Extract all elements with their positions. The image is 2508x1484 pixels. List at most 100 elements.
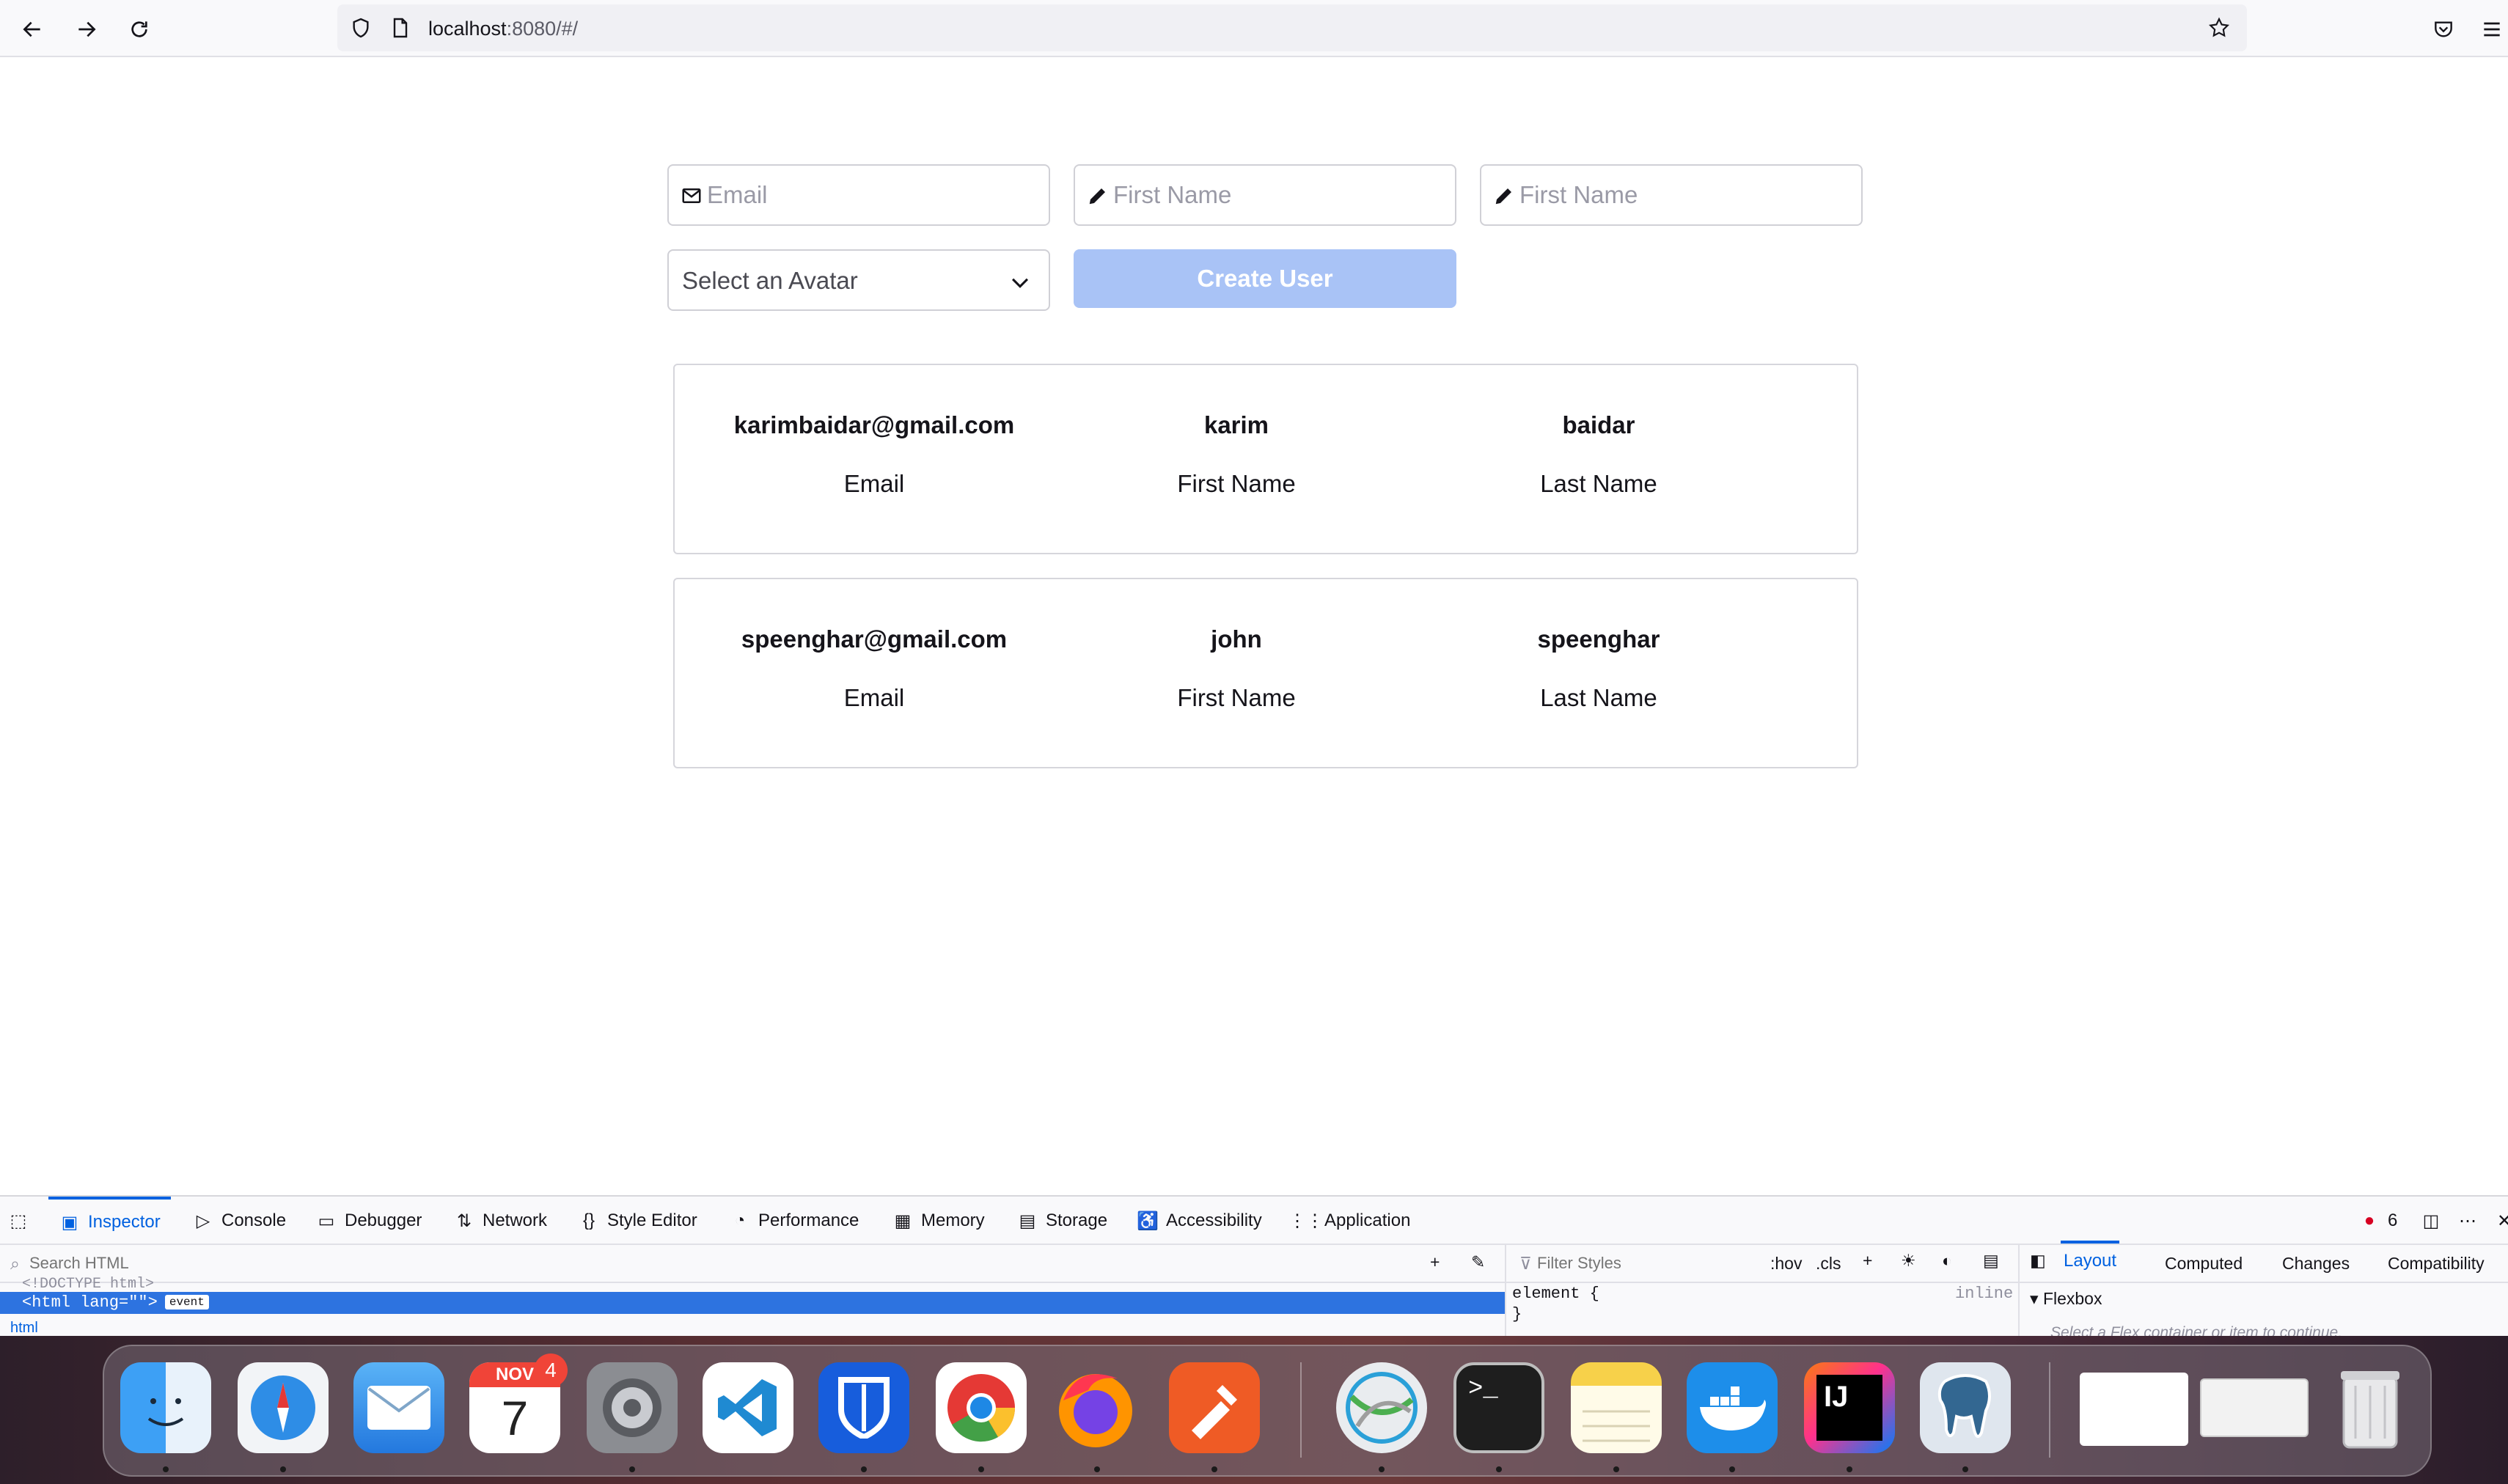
hamburger-menu-icon bbox=[2484, 22, 2500, 37]
dock-side-button[interactable]: ◫ bbox=[2420, 1197, 2449, 1245]
print-media-icon[interactable]: ▤ bbox=[1983, 1251, 1999, 1271]
tab-performance[interactable]: ◔ Performance bbox=[729, 1197, 859, 1245]
create-user-button[interactable]: Create User bbox=[1074, 249, 1456, 308]
filter-styles-input[interactable] bbox=[1537, 1251, 1757, 1276]
event-badge[interactable]: event bbox=[164, 1295, 209, 1310]
tab-console[interactable]: ▷ Console bbox=[192, 1197, 286, 1245]
user-email-value: karimbaidar@gmail.com bbox=[733, 411, 1015, 438]
tab-storage[interactable]: ▤ Storage bbox=[1016, 1197, 1107, 1245]
user-first-name-column: karim First Name bbox=[1046, 411, 1427, 499]
bookmark-star-icon[interactable] bbox=[2207, 16, 2231, 40]
avatar-select[interactable]: Select an Avatar bbox=[667, 249, 1050, 311]
tab-layout[interactable]: Layout bbox=[2061, 1241, 2120, 1279]
user-last-name-value: baidar bbox=[1562, 411, 1635, 438]
system-preferences-icon[interactable] bbox=[587, 1362, 678, 1453]
email-input[interactable] bbox=[707, 166, 1043, 224]
shield-icon bbox=[838, 1377, 890, 1439]
minimized-window-thumbnail[interactable] bbox=[2080, 1373, 2188, 1446]
inline-label: inline bbox=[1955, 1285, 2014, 1303]
intellij-icon[interactable]: IJ bbox=[1804, 1362, 1895, 1453]
calendar-day: 7 bbox=[501, 1391, 529, 1445]
user-last-name-value: speenghar bbox=[1537, 625, 1660, 653]
user-last-name-caption: Last Name bbox=[1540, 470, 1657, 497]
running-indicator bbox=[1847, 1466, 1852, 1472]
last-name-field[interactable] bbox=[1480, 164, 1863, 226]
menu-button[interactable] bbox=[2476, 13, 2508, 45]
html-node-selected[interactable]: <html lang=""> event bbox=[0, 1292, 1505, 1314]
dark-theme-icon[interactable]: ◐ bbox=[1942, 1251, 1952, 1271]
trash-icon[interactable] bbox=[2325, 1362, 2416, 1453]
url-text[interactable]: localhost:8080/#/ bbox=[428, 18, 578, 40]
element-picker-button[interactable]: ⬚ bbox=[7, 1197, 37, 1245]
storage-icon: ▤ bbox=[1019, 1211, 1036, 1231]
cls-toggle[interactable]: .cls bbox=[1816, 1254, 1841, 1274]
tab-changes[interactable]: Changes bbox=[2282, 1254, 2350, 1274]
mail-icon[interactable] bbox=[353, 1362, 444, 1453]
shield-icon[interactable] bbox=[349, 16, 373, 40]
eyedropper-icon[interactable]: ✎ bbox=[1471, 1252, 1485, 1272]
html-node-text: <html lang=""> bbox=[22, 1293, 158, 1312]
email-field[interactable] bbox=[667, 164, 1050, 226]
url-bar[interactable]: localhost:8080/#/ bbox=[337, 4, 2247, 51]
user-card: speenghar@gmail.com Email john First Nam… bbox=[673, 578, 1858, 768]
flexbox-section-header[interactable]: ▾ Flexbox bbox=[2030, 1289, 2102, 1309]
user-last-name-caption: Last Name bbox=[1540, 684, 1657, 711]
safari-icon[interactable] bbox=[238, 1362, 329, 1453]
tab-memory[interactable]: ▦ Memory bbox=[892, 1197, 985, 1245]
reload-button[interactable] bbox=[123, 13, 155, 45]
light-theme-icon[interactable]: ☀ bbox=[1901, 1251, 1916, 1271]
hov-toggle[interactable]: :hov bbox=[1770, 1254, 1802, 1274]
forward-button[interactable] bbox=[70, 13, 103, 45]
tab-compatibility[interactable]: Compatibility bbox=[2388, 1254, 2485, 1274]
tab-label: Performance bbox=[758, 1211, 859, 1230]
user-first-name-caption: First Name bbox=[1177, 470, 1296, 497]
last-name-input[interactable] bbox=[1519, 166, 1855, 224]
elephant-icon bbox=[1937, 1374, 1991, 1439]
postgres-icon[interactable] bbox=[1920, 1362, 2011, 1453]
tab-label: Style Editor bbox=[607, 1211, 697, 1230]
element-rule-close: } bbox=[1512, 1305, 1522, 1323]
running-indicator bbox=[1496, 1466, 1502, 1472]
tab-debugger[interactable]: ▭ Debugger bbox=[315, 1197, 422, 1245]
terminal-icon[interactable]: >_ bbox=[1453, 1362, 1544, 1453]
error-count-badge[interactable]: ● 6 bbox=[2358, 1197, 2398, 1245]
first-name-field[interactable] bbox=[1074, 164, 1456, 226]
running-indicator bbox=[1379, 1466, 1385, 1472]
doctype-node[interactable]: <!DOCTYPE html> bbox=[22, 1276, 154, 1293]
bitwarden-icon[interactable] bbox=[818, 1362, 909, 1453]
close-icon: ✕ bbox=[2496, 1211, 2508, 1231]
vscode-icon[interactable] bbox=[703, 1362, 793, 1453]
pocket-button[interactable] bbox=[2427, 13, 2460, 45]
cisco-anyconnect-icon[interactable] bbox=[1336, 1362, 1427, 1453]
back-button[interactable] bbox=[16, 13, 48, 45]
tab-style-editor[interactable]: {} Style Editor bbox=[578, 1197, 697, 1245]
add-node-icon[interactable]: + bbox=[1430, 1252, 1440, 1272]
back-arrow-icon bbox=[23, 21, 40, 37]
tab-inspector[interactable]: ▣ Inspector bbox=[48, 1197, 171, 1245]
firefox-icon[interactable] bbox=[1050, 1362, 1141, 1453]
running-indicator bbox=[978, 1466, 984, 1472]
user-first-name-column: john First Name bbox=[1046, 625, 1427, 713]
tab-accessibility[interactable]: ♿ Accessibility bbox=[1137, 1197, 1262, 1245]
user-email-column: karimbaidar@gmail.com Email bbox=[683, 411, 1065, 499]
tab-network[interactable]: ⇅ Network bbox=[453, 1197, 547, 1245]
tab-computed[interactable]: Computed bbox=[2165, 1254, 2243, 1274]
element-rule[interactable]: element { bbox=[1512, 1285, 1599, 1303]
tab-application[interactable]: ⋮⋮ Application bbox=[1288, 1197, 1410, 1245]
notes-icon[interactable] bbox=[1571, 1362, 1662, 1453]
minimized-window-thumbnail[interactable] bbox=[2200, 1378, 2309, 1437]
docker-icon[interactable] bbox=[1687, 1362, 1778, 1453]
devtools-more-button[interactable]: ⋯ bbox=[2457, 1197, 2486, 1245]
postman-icon[interactable] bbox=[1169, 1362, 1260, 1453]
add-rule-icon[interactable]: + bbox=[1863, 1251, 1872, 1271]
search-html-input[interactable] bbox=[29, 1251, 1393, 1276]
html-breadcrumb[interactable]: html bbox=[10, 1320, 38, 1337]
toggle-sidebar-icon[interactable]: ◧ bbox=[2030, 1251, 2046, 1271]
chrome-icon[interactable] bbox=[936, 1362, 1027, 1453]
first-name-input[interactable] bbox=[1113, 166, 1449, 224]
user-first-name-caption: First Name bbox=[1177, 684, 1296, 711]
finder-face-icon bbox=[147, 1398, 184, 1426]
devtools-close-button[interactable]: ✕ bbox=[2493, 1197, 2508, 1245]
finder-icon[interactable] bbox=[120, 1362, 211, 1453]
running-indicator bbox=[163, 1466, 169, 1472]
